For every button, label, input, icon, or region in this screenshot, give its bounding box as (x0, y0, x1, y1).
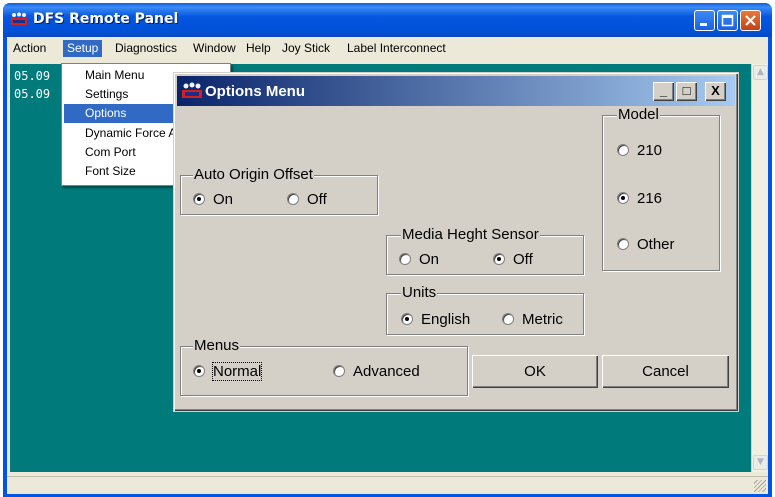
media-height-on-radio[interactable]: On (399, 250, 439, 268)
media-height-sensor-group: Media Heght Sensor On Off (386, 226, 584, 275)
menu-action[interactable]: Action (9, 40, 50, 57)
radio-dot-icon (617, 144, 629, 156)
units-english-radio[interactable]: English (401, 310, 470, 328)
radio-label: Other (637, 235, 675, 253)
radio-dot-icon (502, 313, 514, 325)
minimize-button[interactable] (694, 10, 715, 31)
dfs-app-icon (182, 82, 202, 98)
menu-setup[interactable]: Setup (63, 40, 103, 57)
dfs-app-icon (11, 12, 27, 25)
radio-dot-icon (333, 365, 345, 377)
options-dialog: Options Menu _ □ X Auto Origin Offset On… (173, 72, 739, 412)
ok-button[interactable]: OK (472, 355, 598, 388)
menu-window[interactable]: Window (189, 40, 240, 57)
menu-diagnostics[interactable]: Diagnostics (111, 40, 181, 57)
radio-label: 216 (637, 189, 663, 207)
radio-label: English (421, 310, 471, 328)
radio-label: On (213, 190, 234, 208)
maximize-button[interactable] (717, 10, 738, 31)
radio-dot-icon (287, 193, 299, 205)
dialog-title-bar[interactable]: Options Menu _ □ X (177, 76, 735, 106)
group-title: Units (401, 284, 438, 301)
main-title-bar[interactable]: DFS Remote Panel (3, 3, 772, 37)
model-other-radio[interactable]: Other (617, 235, 675, 253)
menu-label-interconnect[interactable]: Label Interconnect (343, 40, 450, 57)
radio-dot-icon (399, 253, 411, 265)
scroll-up-icon[interactable]: ▲ (753, 65, 768, 80)
group-title: Media Heght Sensor (401, 226, 540, 243)
menus-normal-radio[interactable]: Normal (193, 361, 263, 381)
menu-bar: Action Setup Diagnostics Window Help Joy… (7, 37, 768, 58)
model-210-radio[interactable]: 210 (617, 141, 662, 159)
auto-origin-on-radio[interactable]: On (193, 190, 233, 208)
maximize-icon (721, 14, 734, 27)
model-216-radio[interactable]: 216 (617, 189, 662, 207)
group-title: Auto Origin Offset (193, 166, 314, 183)
dialog-minimize-button[interactable]: _ (653, 82, 674, 101)
radio-label: Off (513, 250, 533, 268)
log-line: 05.09 (14, 87, 51, 101)
radio-label: Off (307, 190, 327, 208)
close-button[interactable] (740, 10, 761, 31)
model-group: Model 210 216 Other (602, 106, 720, 271)
radio-label: Normal (211, 361, 263, 381)
auto-origin-off-radio[interactable]: Off (287, 190, 327, 208)
radio-dot-icon (401, 313, 413, 325)
close-icon (745, 15, 756, 26)
radio-dot-icon (193, 193, 205, 205)
window-title: DFS Remote Panel (33, 11, 179, 27)
units-metric-radio[interactable]: Metric (502, 310, 563, 328)
dialog-maximize-button[interactable]: □ (676, 82, 697, 101)
media-height-off-radio[interactable]: Off (493, 250, 533, 268)
group-title: Model (617, 106, 660, 123)
menus-group: Menus Normal Advanced (180, 337, 468, 396)
menus-advanced-radio[interactable]: Advanced (333, 362, 420, 380)
radio-label: On (419, 250, 440, 268)
auto-origin-offset-group: Auto Origin Offset On Off (180, 166, 378, 215)
vertical-scrollbar[interactable]: ▲ ▼ (751, 64, 768, 472)
status-bar (7, 476, 768, 494)
radio-dot-icon (493, 253, 505, 265)
menu-help[interactable]: Help (242, 40, 275, 57)
dialog-title: Options Menu (205, 83, 305, 100)
log-line: 05.09 (14, 69, 51, 83)
radio-label: Advanced (353, 362, 420, 380)
scroll-down-icon[interactable]: ▼ (753, 455, 768, 470)
menu-joy-stick[interactable]: Joy Stick (278, 40, 334, 57)
cancel-button[interactable]: Cancel (602, 355, 729, 388)
radio-label: Metric (522, 310, 563, 328)
radio-dot-icon (617, 192, 629, 204)
units-group: Units English Metric (386, 284, 584, 335)
minimize-icon (700, 23, 707, 26)
radio-label: 210 (637, 141, 663, 159)
resize-grip-icon[interactable] (754, 480, 766, 492)
radio-dot-icon (617, 238, 629, 250)
dialog-close-button[interactable]: X (705, 82, 726, 101)
group-title: Menus (193, 337, 241, 354)
radio-dot-icon (193, 365, 205, 377)
